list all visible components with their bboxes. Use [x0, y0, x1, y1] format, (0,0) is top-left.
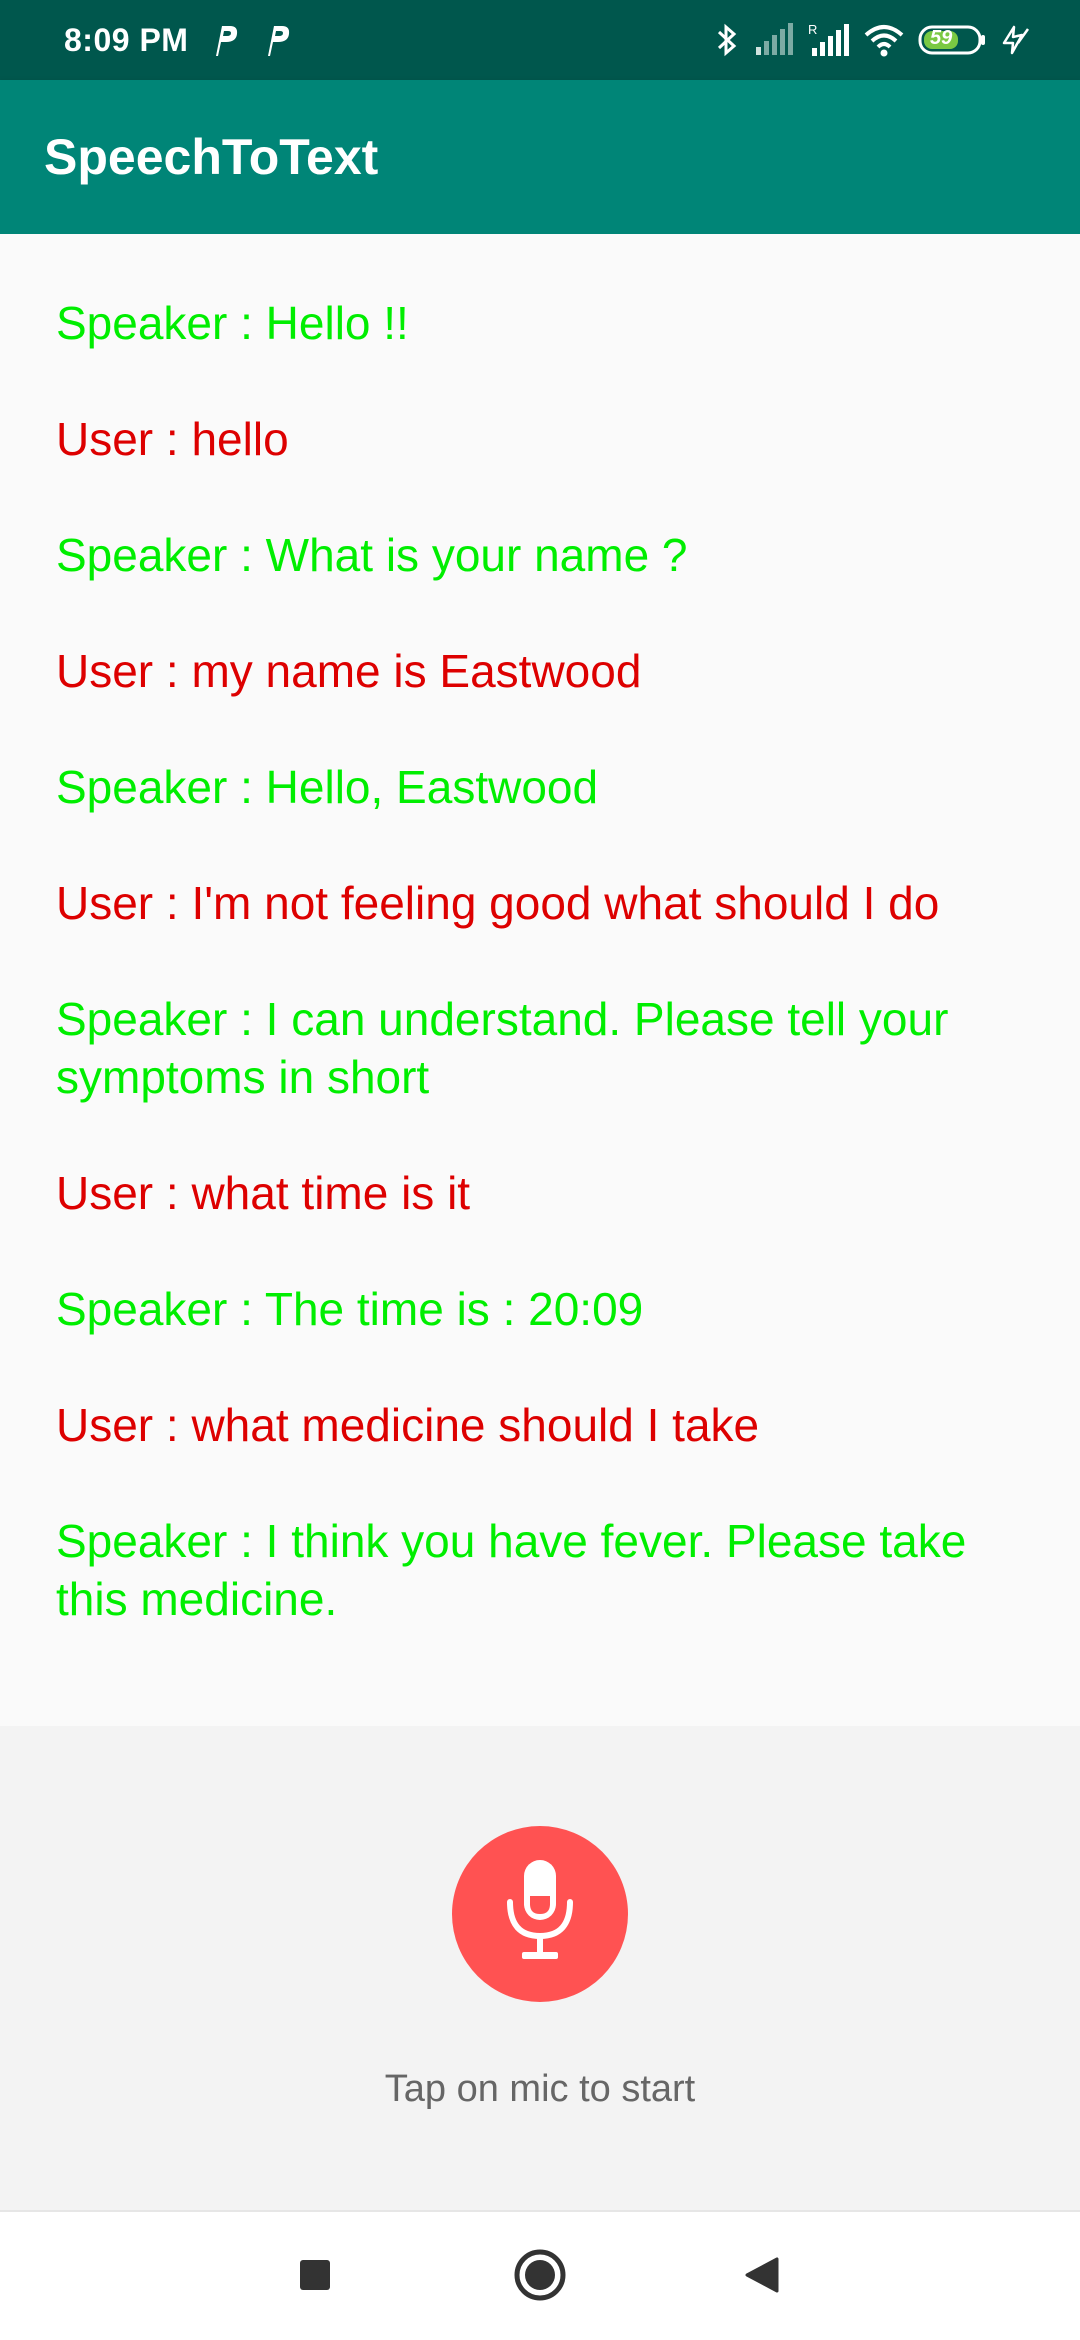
- status-bar: 8:09 PM R 59: [0, 0, 1080, 80]
- screen: 8:09 PM R 59 SpeechToText Speaker: Hell…: [0, 0, 1080, 2340]
- home-icon: [512, 2247, 568, 2308]
- back-button[interactable]: [728, 2244, 794, 2310]
- speaker-message: Speaker : The time is : 20:09: [56, 1283, 644, 1335]
- signal-roaming-icon: R: [808, 22, 850, 58]
- mic-panel: Tap on mic to start: [0, 1726, 1080, 2210]
- home-button[interactable]: [507, 2244, 573, 2310]
- bluetooth-icon: [714, 22, 740, 58]
- battery-level: 59: [930, 27, 953, 49]
- wifi-icon: [864, 23, 904, 57]
- charging-icon: [1000, 23, 1030, 57]
- signal-icon: [754, 23, 794, 57]
- user-message: User : hello: [56, 413, 289, 465]
- battery-icon: 59: [918, 24, 986, 56]
- conversation-list[interactable]: Speaker : Hello !! User : hello Speaker …: [0, 234, 1080, 1726]
- nav-bar: [0, 2210, 1080, 2340]
- user-message: User : what medicine should I take: [56, 1399, 760, 1451]
- status-time: 8:09 PM: [64, 21, 189, 58]
- speaker-message: Speaker : Hello !!: [56, 297, 409, 349]
- parking-notification-icon: [262, 22, 292, 58]
- recents-icon: [298, 2258, 332, 2297]
- user-message: User : what time is it: [56, 1167, 471, 1219]
- microphone-icon: [498, 1856, 582, 1973]
- user-message: User : I'm not feeling good what should …: [56, 877, 940, 929]
- mic-button[interactable]: [452, 1826, 628, 2002]
- user-message: User : my name is Eastwood: [56, 645, 642, 697]
- parking-notification-icon: [210, 22, 240, 58]
- speaker-message: Speaker : I can understand. Please tell …: [56, 993, 949, 1103]
- speaker-message: Speaker : What is your name ?: [56, 529, 688, 581]
- svg-text:R: R: [808, 22, 817, 37]
- app-title: SpeechToText: [44, 129, 379, 185]
- app-bar: SpeechToText: [0, 80, 1080, 234]
- back-icon: [741, 2255, 781, 2300]
- mic-hint: Tap on mic to start: [384, 2068, 696, 2110]
- speaker-message: Speaker : I think you have fever. Please…: [56, 1515, 967, 1625]
- speaker-message: Speaker : Hello, Eastwood: [56, 761, 599, 813]
- recents-button[interactable]: [282, 2244, 348, 2310]
